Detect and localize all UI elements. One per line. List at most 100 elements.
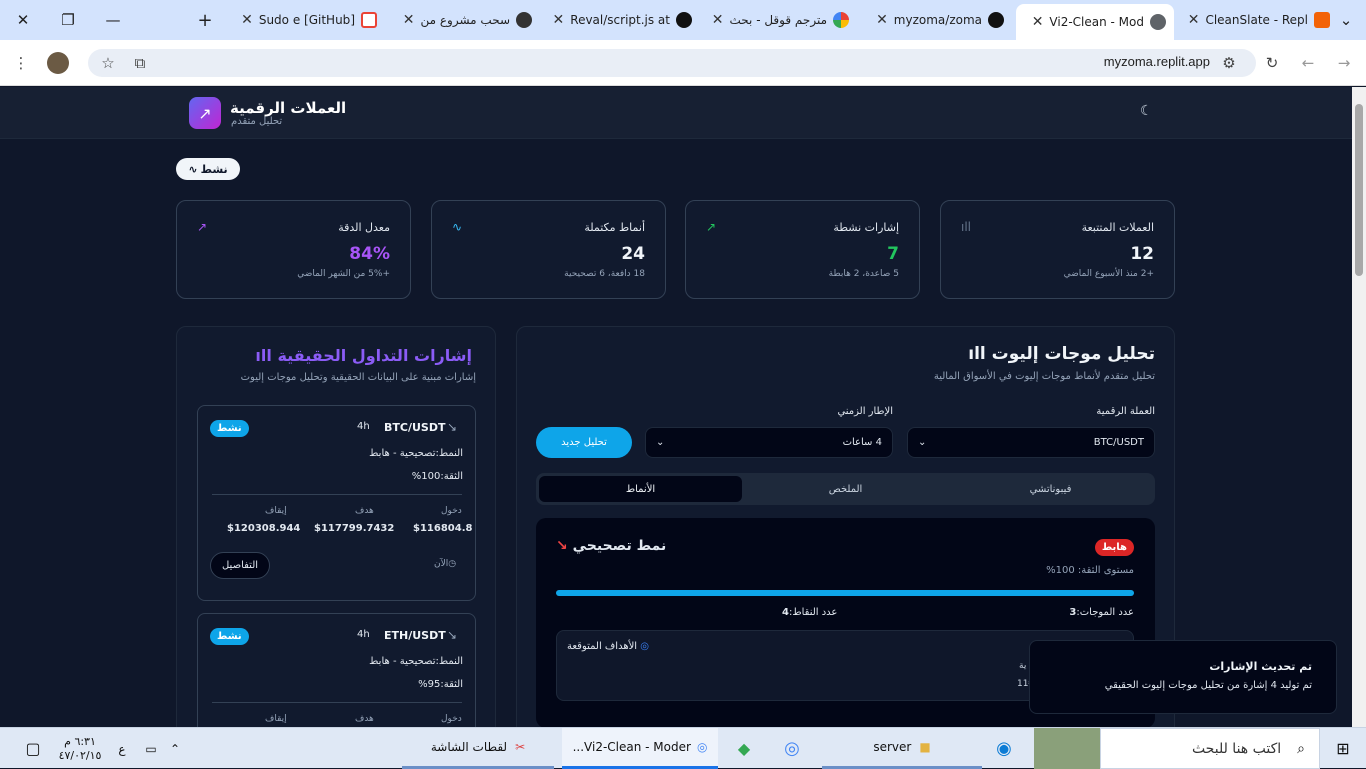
wave-title-text: تحليل موجات إليوت	[991, 344, 1155, 364]
chevron-up-icon[interactable]: ⌃	[164, 728, 186, 769]
signal-pair: BTC/USDT	[384, 421, 446, 434]
tab-fibonacci[interactable]: فيبوناتشي	[949, 476, 1152, 502]
wave-subtitle: تحليل متقدم لأنماط موجات إليوت في الأسوا…	[933, 371, 1155, 382]
tab-myzoma[interactable]: myzoma/zoma ✕	[862, 6, 1012, 34]
back-icon[interactable]: ←	[1297, 52, 1319, 74]
signal-card-eth[interactable]: نشط 4h ETH/USDT ↘ النمط:تصحيحية - هابط ا…	[197, 613, 476, 727]
chevron-down-icon: ⌄	[656, 437, 665, 448]
chevron-down-icon: ⌄	[918, 437, 927, 448]
taskbar-chrome-window[interactable]: ◎ Vi2-Clean - Moder...	[562, 728, 718, 769]
stat-value: 12	[1130, 244, 1154, 264]
restore-window-icon[interactable]: ❐	[45, 0, 91, 40]
app-header: ↗ العملات الرقمية تحليل متقدم ☾	[0, 87, 1352, 139]
divider	[212, 702, 462, 703]
timeframe-label: الإطار الزمني	[837, 406, 893, 417]
snipping-label: لقطات الشاشة	[430, 740, 508, 754]
stat-value: 84%	[349, 244, 390, 264]
minimize-window-icon[interactable]: —	[90, 0, 136, 40]
tab-label: myzoma/zoma	[893, 13, 982, 27]
edge-icon[interactable]: ◉	[986, 728, 1022, 769]
github-icon	[676, 12, 692, 28]
signals-title: إشارات التداول الحقيقية ıll	[240, 346, 472, 365]
stat-accuracy: معدل الدقة ↗ 84% +5% من الشهر الماضي	[176, 200, 411, 299]
signals-title-text: إشارات التداول الحقيقية	[277, 346, 472, 365]
new-analysis-button[interactable]: تحليل جديد	[536, 427, 632, 458]
tab-reval-script[interactable]: Reval/script.js at ✕	[545, 6, 700, 34]
tab-chatgpt[interactable]: سحب مشروع من ✕	[390, 6, 540, 34]
stat-title: معدل الدقة	[338, 221, 390, 234]
reload-icon[interactable]: ↻	[1261, 52, 1283, 74]
tab-search-chevron-icon[interactable]: ⌄	[1328, 0, 1364, 40]
windows-start-icon[interactable]: ⊞	[1320, 728, 1366, 769]
site-settings-icon[interactable]: ⚙	[1218, 52, 1240, 74]
close-tab-icon[interactable]: ✕	[241, 12, 253, 28]
stat-completed-patterns: أنماط مكتملة ∿ 24 18 دافعة، 6 تصحيحية	[431, 200, 666, 299]
tab-cleanslate[interactable]: CleanSlate - Repl ✕	[1178, 6, 1338, 34]
timeframe-select[interactable]: 4 ساعات ⌄	[645, 427, 893, 458]
close-tab-icon[interactable]: ✕	[1188, 12, 1200, 28]
bookmark-star-icon[interactable]: ☆	[97, 52, 119, 74]
tab-vi2-clean[interactable]: Vi2-Clean - Mod ✕	[1016, 4, 1174, 40]
stat-title: العملات المتتبعة	[1081, 221, 1154, 234]
close-tab-icon[interactable]: ✕	[1032, 14, 1044, 30]
tab-patterns[interactable]: الأنماط	[539, 476, 742, 502]
entry-value: $116804.8	[413, 523, 473, 534]
confidence-value: الثقة:95%	[418, 679, 463, 690]
url-text[interactable]: myzoma.replit.app	[1080, 54, 1210, 69]
gmail-icon	[361, 12, 377, 28]
signal-time: ◷الآن	[434, 559, 456, 569]
language-indicator[interactable]: ع	[114, 728, 130, 769]
confidence-bar-fill	[556, 590, 1134, 596]
profile-avatar[interactable]	[47, 52, 69, 74]
tab-github-sudo[interactable]: [GitHub] Sudo e ✕	[230, 6, 385, 34]
tab-google-translate[interactable]: مترجم قوقل - بحث ✕	[705, 6, 857, 34]
app-diamond-icon[interactable]: ◆	[726, 728, 762, 769]
pattern-value: تصحيحية - هابط	[369, 656, 436, 667]
stat-note: +5% من الشهر الماضي	[297, 269, 390, 279]
close-tab-icon[interactable]: ✕	[712, 12, 724, 28]
entry-label: دخول	[441, 714, 462, 724]
screenshot-icon[interactable]: ⧉	[129, 52, 151, 74]
details-button[interactable]: التفاصيل	[210, 552, 270, 579]
forward-icon[interactable]: →	[1333, 52, 1355, 74]
new-tab-icon[interactable]: +	[182, 0, 228, 40]
status-badge: نشط ∿	[176, 158, 240, 180]
timeframe-value: 4 ساعات	[842, 437, 882, 448]
taskbar-search-box[interactable]: ⌕ اكتب هنا للبحث	[1100, 728, 1320, 769]
signal-time-text: الآن	[434, 559, 449, 569]
moon-icon[interactable]: ☾	[1140, 103, 1153, 119]
currency-value: BTC/USDT	[1093, 437, 1144, 448]
close-window-icon[interactable]: ✕	[0, 0, 46, 40]
stat-tracked-coins: العملات المتتبعة ıll 12 +2 منذ الأسبوع ا…	[940, 200, 1175, 299]
close-tab-icon[interactable]: ✕	[553, 12, 565, 28]
close-tab-icon[interactable]: ✕	[876, 12, 888, 28]
scrollbar-thumb[interactable]	[1355, 104, 1363, 276]
taskbar-snipping-tool[interactable]: ✂ لقطات الشاشة	[402, 728, 554, 769]
trending-down-icon: ↘	[556, 538, 568, 554]
snipping-tool-icon: ✂	[515, 740, 526, 754]
network-icon[interactable]: ▭	[141, 728, 161, 769]
news-widget-icon[interactable]	[1034, 728, 1100, 769]
trending-up-icon: ↗	[706, 220, 717, 234]
notification-icon[interactable]: ▢	[16, 728, 50, 769]
google-icon	[833, 12, 849, 28]
chrome-window-label: Vi2-Clean - Moder...	[572, 740, 691, 754]
chrome-icon: ◎	[696, 740, 708, 754]
tab-label: Vi2-Clean - Mod	[1049, 15, 1144, 29]
signal-card-btc[interactable]: نشط 4h BTC/USDT ↘ النمط:تصحيحية - هابط ا…	[197, 405, 476, 601]
clock[interactable]: ٦:٣١ م ٤٧/٠٢/١٥	[52, 728, 108, 769]
close-tab-icon[interactable]: ✕	[403, 12, 415, 28]
currency-select[interactable]: BTC/USDT ⌄	[907, 427, 1155, 458]
target-label: هدف	[355, 506, 374, 516]
trending-down-icon: ↘	[447, 420, 458, 434]
stop-label: إيقاف	[265, 506, 287, 516]
bar-chart-icon: ıll	[255, 346, 272, 365]
stat-note: 5 صاعدة، 2 هابطة	[828, 269, 899, 279]
trending-down-icon: ↘	[447, 628, 458, 642]
server-label: server	[873, 740, 912, 754]
tab-summary[interactable]: الملخص	[744, 476, 947, 502]
taskbar-server-folder[interactable]: ■ server	[822, 728, 982, 769]
activity-icon: ∿	[188, 162, 198, 176]
menu-dots-icon[interactable]: ⋮	[10, 52, 32, 74]
chrome-icon[interactable]: ◎	[774, 728, 810, 769]
